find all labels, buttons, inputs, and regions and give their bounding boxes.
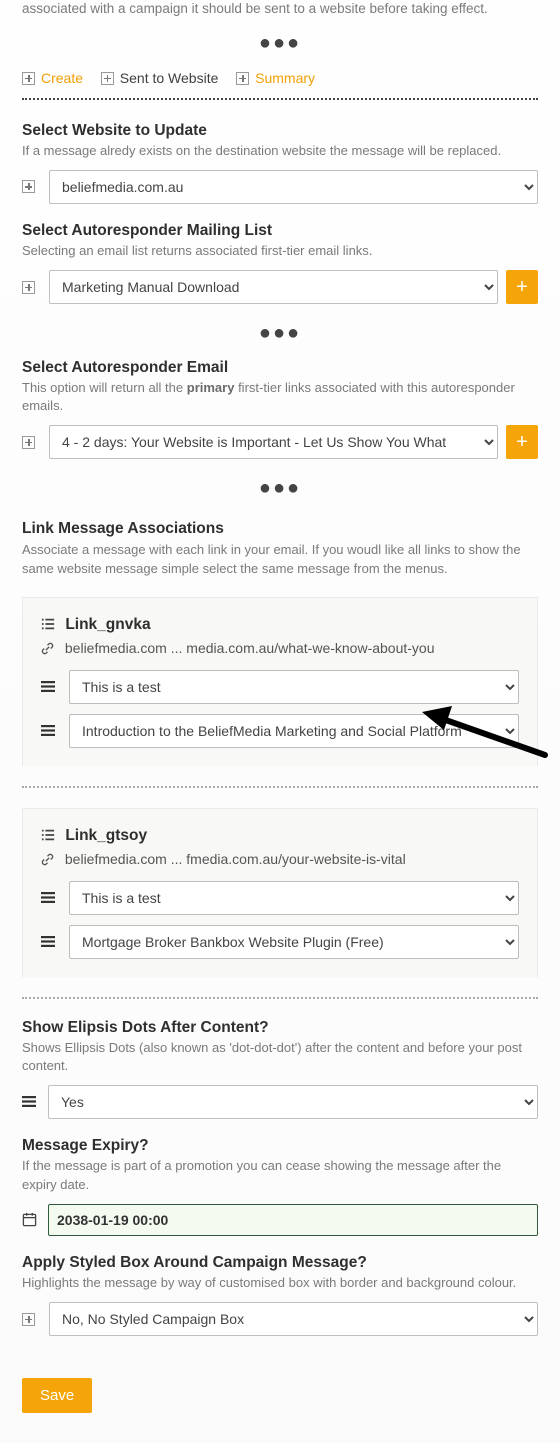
menu-icon (41, 891, 59, 905)
select-website-dropdown[interactable]: beliefmedia.com.au (49, 170, 538, 204)
ellipsis-icon: ●●● (22, 477, 538, 500)
list-icon (41, 828, 57, 842)
plus-icon[interactable] (22, 1313, 35, 1326)
plus-icon (236, 72, 249, 85)
styled-box-dropdown[interactable]: No, No Styled Campaign Box (49, 1302, 538, 1336)
tab-create[interactable]: Create (22, 70, 83, 86)
plus-icon[interactable] (22, 281, 35, 294)
link-url: beliefmedia.com ... media.com.au/what-we… (41, 640, 519, 656)
menu-icon (41, 724, 59, 738)
message-expiry-title: Message Expiry? (22, 1137, 538, 1155)
link-associations-title: Link Message Associations (22, 520, 538, 538)
divider (22, 786, 538, 788)
menu-icon (41, 680, 59, 694)
list-icon (41, 617, 57, 631)
link-name: Link_gtsoy (41, 827, 519, 845)
select-website-title: Select Website to Update (22, 122, 538, 140)
menu-icon (41, 935, 59, 949)
save-button[interactable]: Save (22, 1378, 92, 1413)
autoresponder-email-dropdown[interactable]: 4 - 2 days: Your Website is Important - … (49, 425, 498, 459)
section-ellipsis-dots: Show Elipsis Dots After Content? Shows E… (22, 1019, 538, 1119)
tab-summary[interactable]: Summary (236, 70, 315, 86)
mailing-list-title: Select Autoresponder Mailing List (22, 222, 538, 240)
calendar-icon (22, 1212, 40, 1227)
page-intro-fragment: associated with a campaign it should be … (22, 0, 538, 18)
section-message-expiry: Message Expiry? If the message is part o… (22, 1137, 538, 1235)
ellipsis-dots-title: Show Elipsis Dots After Content? (22, 1019, 538, 1037)
link-name: Link_gnvka (41, 616, 519, 634)
mailing-list-dropdown[interactable]: Marketing Manual Download (49, 270, 498, 304)
plus-icon[interactable] (22, 436, 35, 449)
plus-icon (101, 72, 114, 85)
select-website-desc: If a message alredy exists on the destin… (22, 142, 538, 160)
add-mailing-list-button[interactable]: + (506, 270, 538, 304)
autoresponder-email-desc: This option will return all the primary … (22, 379, 538, 415)
section-select-website: Select Website to Update If a message al… (22, 122, 538, 204)
add-autoresponder-email-button[interactable]: + (506, 425, 538, 459)
autoresponder-email-title: Select Autoresponder Email (22, 359, 538, 377)
mailing-list-desc: Selecting an email list returns associat… (22, 242, 538, 260)
ellipsis-dots-dropdown[interactable]: Yes (48, 1085, 538, 1119)
styled-box-desc: Highlights the message by way of customi… (22, 1274, 538, 1292)
tabs: Create Sent to Website Summary (22, 69, 538, 85)
section-autoresponder-email: Select Autoresponder Email This option w… (22, 359, 538, 459)
link-card: Link_gnvka beliefmedia.com ... media.com… (22, 597, 538, 766)
ellipsis-icon: ●●● (22, 32, 538, 55)
message-expiry-desc: If the message is part of a promotion yo… (22, 1157, 538, 1193)
link-message-select-1[interactable]: This is a test (69, 670, 519, 704)
link-message-select-1[interactable]: This is a test (69, 881, 519, 915)
styled-box-title: Apply Styled Box Around Campaign Message… (22, 1254, 538, 1272)
menu-icon (22, 1095, 40, 1109)
ellipsis-dots-desc: Shows Ellipsis Dots (also known as 'dot-… (22, 1039, 538, 1075)
link-message-select-2[interactable]: Introduction to the BeliefMedia Marketin… (69, 714, 519, 748)
link-message-select-2[interactable]: Mortgage Broker Bankbox Website Plugin (… (69, 925, 519, 959)
ellipsis-icon: ●●● (22, 322, 538, 345)
link-icon (41, 853, 57, 866)
plus-icon (22, 72, 35, 85)
message-expiry-input[interactable] (48, 1204, 538, 1236)
link-associations-desc: Associate a message with each link in yo… (22, 541, 538, 579)
section-mailing-list: Select Autoresponder Mailing List Select… (22, 222, 538, 304)
divider (22, 98, 538, 100)
link-icon (41, 642, 57, 655)
link-url: beliefmedia.com ... fmedia.com.au/your-w… (41, 851, 519, 867)
plus-icon[interactable] (22, 180, 35, 193)
link-card: Link_gtsoy beliefmedia.com ... fmedia.co… (22, 808, 538, 977)
divider (22, 997, 538, 999)
tab-sent-to-website[interactable]: Sent to Website (101, 70, 219, 86)
section-styled-box: Apply Styled Box Around Campaign Message… (22, 1254, 538, 1336)
